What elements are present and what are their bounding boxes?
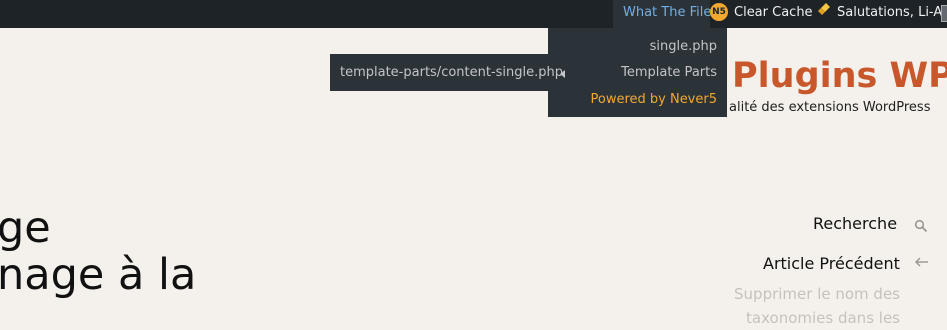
- previous-article-link[interactable]: Supprimer le nom des taxonomies dans les: [718, 282, 900, 330]
- search-toggle-label[interactable]: Recherche: [813, 214, 897, 233]
- site-tagline: alité des extensions WordPress: [729, 100, 931, 115]
- cache-n5-icon: N5: [710, 2, 728, 21]
- clear-cache-button[interactable]: N5 Clear Cache: [706, 0, 830, 28]
- site-title[interactable]: Plugins WP: [732, 56, 947, 96]
- clear-cache-label: Clear Cache: [734, 5, 813, 20]
- post-title-line-1: ge: [0, 203, 51, 253]
- dropdown-item-powered-by[interactable]: Powered by Never5: [590, 92, 717, 107]
- arrow-left-icon: [915, 257, 928, 267]
- avatar-icon[interactable]: [941, 5, 947, 22]
- template-parts-submenu-item[interactable]: template-parts/content-single.php: [330, 54, 563, 91]
- search-icon[interactable]: [914, 219, 928, 233]
- dropdown-item-single-php[interactable]: single.php: [650, 39, 717, 54]
- what-the-file-dropdown: single.php Template Parts Powered by Nev…: [548, 28, 727, 117]
- dropdown-item-template-parts[interactable]: Template Parts: [621, 65, 717, 80]
- broom-icon: [817, 0, 831, 26]
- previous-article-label: Article Précédent: [763, 254, 900, 273]
- admin-bar: What The File N5 Clear Cache Salutations,…: [0, 0, 947, 28]
- account-greeting[interactable]: Salutations, Li-An: [837, 0, 947, 28]
- post-title: ge nage à la: [0, 205, 196, 299]
- what-the-file-menu[interactable]: What The File: [613, 0, 711, 28]
- post-title-line-2: nage à la: [0, 250, 197, 300]
